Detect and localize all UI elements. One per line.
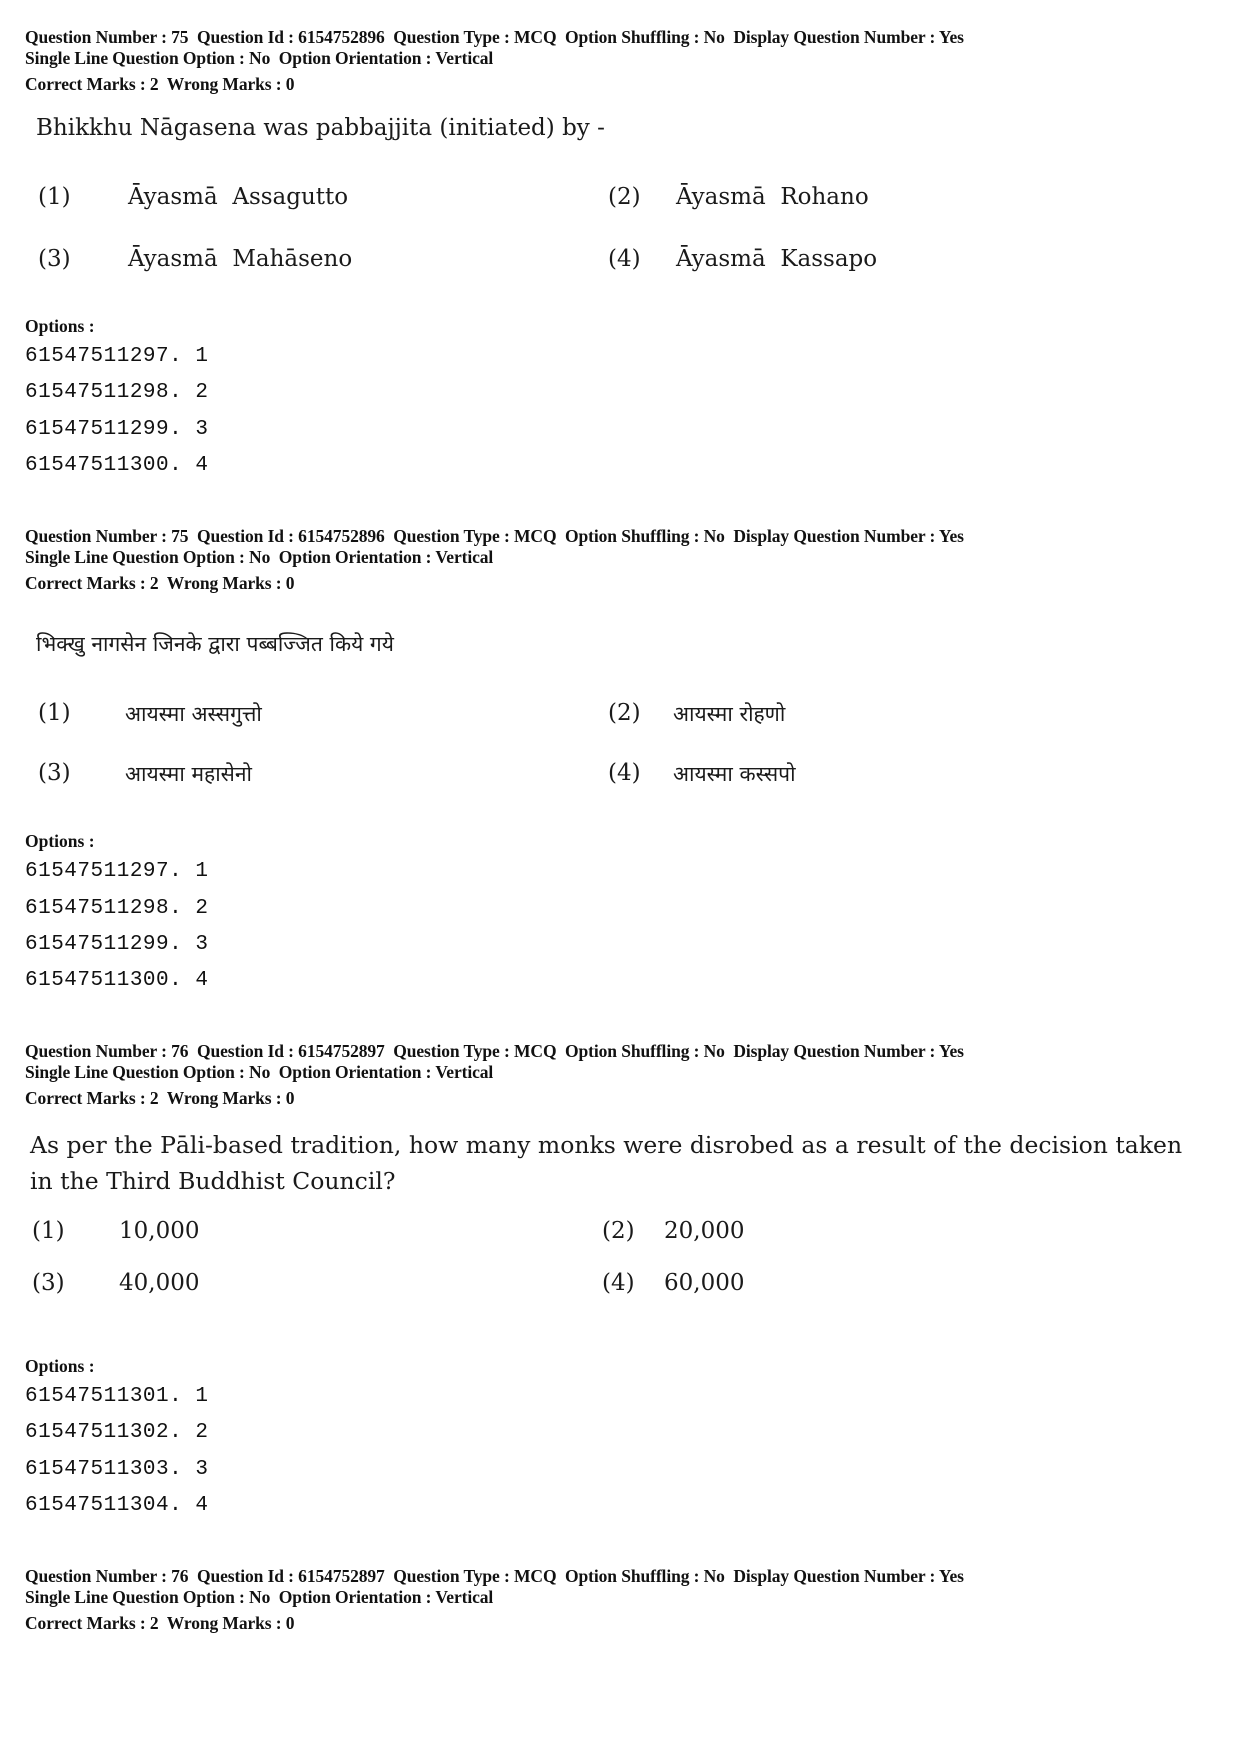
choice-number: (2) <box>608 700 641 726</box>
question-meta: Question Number : 75 Question Id : 61547… <box>25 27 964 95</box>
choice-text: आयस्मा अस्सगुत्तो <box>125 702 262 726</box>
marks-line: Correct Marks : 2 Wrong Marks : 0 <box>25 1088 295 1108</box>
choice-text: 20,000 <box>664 1218 745 1244</box>
marks-line: Correct Marks : 2 Wrong Marks : 0 <box>25 74 295 94</box>
choice-number: (1) <box>38 184 71 210</box>
marks-line: Correct Marks : 2 Wrong Marks : 0 <box>25 573 295 593</box>
meta-line-2: Single Line Question Option : No Option … <box>25 547 494 567</box>
option-id: 61547511297. 1 <box>25 345 209 368</box>
options-label: Options : <box>25 1356 95 1376</box>
question-text: Bhikkhu Nāgasena was pabbajjita (initiat… <box>36 115 605 141</box>
question-meta: Question Number : 76 Question Id : 61547… <box>25 1041 964 1109</box>
choice-text: Āyasmā Rohano <box>676 184 869 210</box>
meta-line-2: Single Line Question Option : No Option … <box>25 48 494 68</box>
question-text: As per the Pāli-based tradition, how man… <box>30 1131 1183 1195</box>
choice-text: 10,000 <box>119 1218 200 1244</box>
choice-text: Āyasmā Assagutto <box>128 184 349 210</box>
option-id: 61547511300. 4 <box>25 454 209 477</box>
choice-text: 60,000 <box>664 1270 745 1296</box>
meta-line-1: Question Number : 76 Question Id : 61547… <box>25 1041 964 1061</box>
choice-number: (4) <box>608 246 641 272</box>
choice-number: (2) <box>602 1218 635 1244</box>
option-id: 61547511302. 2 <box>25 1421 209 1444</box>
option-id: 61547511297. 1 <box>25 860 209 883</box>
question-meta: Question Number : 75 Question Id : 61547… <box>25 526 964 594</box>
meta-line-1: Question Number : 75 Question Id : 61547… <box>25 526 964 546</box>
option-id: 61547511299. 3 <box>25 933 209 956</box>
choice-number: (4) <box>608 760 641 786</box>
choice-number: (1) <box>38 700 71 726</box>
choice-number: (3) <box>38 760 71 786</box>
choice-number: (3) <box>38 246 71 272</box>
choice-number: (4) <box>602 1270 635 1296</box>
option-id: 61547511299. 3 <box>25 418 209 441</box>
choice-text: आयस्मा रोहणो <box>673 702 786 726</box>
choice-number: (1) <box>32 1218 65 1244</box>
option-id: 61547511301. 1 <box>25 1385 209 1408</box>
option-id: 61547511300. 4 <box>25 969 209 992</box>
options-label: Options : <box>25 316 95 336</box>
choice-text: Āyasmā Kassapo <box>676 246 878 272</box>
options-label: Options : <box>25 831 95 851</box>
question-text: भिक्खु नागसेन जिनके द्वारा पब्बज्जित किय… <box>36 632 394 656</box>
option-id: 61547511298. 2 <box>25 381 209 404</box>
meta-line-2: Single Line Question Option : No Option … <box>25 1062 494 1082</box>
option-id: 61547511303. 3 <box>25 1458 209 1481</box>
marks-line: Correct Marks : 2 Wrong Marks : 0 <box>25 1613 295 1633</box>
question-meta: Question Number : 76 Question Id : 61547… <box>25 1566 964 1634</box>
choice-text: आयस्मा महासेनो <box>125 762 252 786</box>
meta-line-1: Question Number : 76 Question Id : 61547… <box>25 1566 964 1586</box>
choice-text: आयस्मा कस्सपो <box>673 762 796 786</box>
choice-number: (2) <box>608 184 641 210</box>
choice-text: Āyasmā Mahāseno <box>128 246 353 272</box>
choice-text: 40,000 <box>119 1270 200 1296</box>
choice-number: (3) <box>32 1270 65 1296</box>
meta-line-2: Single Line Question Option : No Option … <box>25 1587 494 1607</box>
meta-line-1: Question Number : 75 Question Id : 61547… <box>25 27 964 47</box>
option-id: 61547511298. 2 <box>25 897 209 920</box>
option-id: 61547511304. 4 <box>25 1494 209 1517</box>
